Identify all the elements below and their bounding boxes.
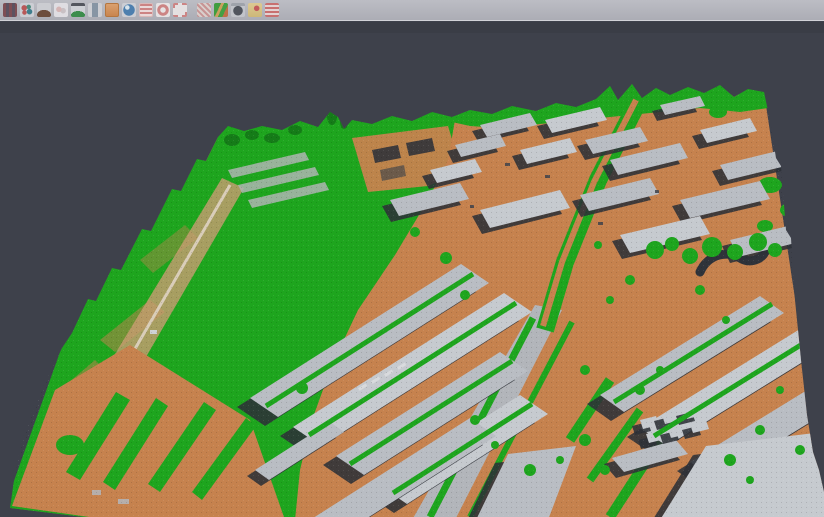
scatter-points-icon [20, 3, 34, 17]
toolbar-button-grid[interactable] [2, 2, 18, 18]
viewport-top-shading [0, 22, 824, 33]
yellow-box-icon [248, 3, 262, 17]
camera-icon [231, 3, 245, 17]
red-list-icon [139, 3, 153, 17]
toolbar-button-bounds[interactable] [172, 2, 188, 18]
viewport-3d[interactable] [0, 22, 824, 517]
terrain-vegetation-icon [71, 3, 85, 17]
toolbar-button-column[interactable] [87, 2, 103, 18]
toolbar-button-terrain[interactable] [70, 2, 86, 18]
toolbar-button-list[interactable] [138, 2, 154, 18]
toolbar-button-mountain[interactable] [36, 2, 52, 18]
globe-icon [122, 3, 136, 17]
mountain-icon [37, 3, 51, 17]
dark-grid-icon [3, 3, 17, 17]
toolbar-button-globe[interactable] [121, 2, 137, 18]
toolbar-button-profile[interactable] [264, 2, 280, 18]
toolbar-button-classification[interactable] [213, 2, 229, 18]
main-toolbar [0, 0, 824, 21]
toolbar-button-ortho[interactable] [104, 2, 120, 18]
selection-bounds-icon [173, 3, 187, 17]
toolbar-button-camera[interactable] [230, 2, 246, 18]
red-ring-icon [156, 3, 170, 17]
toolbar-separator [188, 2, 195, 18]
point-cloud-model [0, 22, 824, 517]
orange-tile-icon [105, 3, 119, 17]
red-mesh-icon [197, 3, 211, 17]
app-window: { "colors": { "viewport_background": "#3… [0, 0, 824, 517]
flat-surface-icon [54, 3, 68, 17]
toolbar-button-ring[interactable] [155, 2, 171, 18]
classification-map-icon [214, 3, 228, 17]
toolbar-button-elevation[interactable] [247, 2, 263, 18]
toolbar-button-points[interactable] [19, 2, 35, 18]
toolbar-button-mesh[interactable] [196, 2, 212, 18]
column-icon [88, 3, 102, 17]
toolbar-button-flat-surface[interactable] [53, 2, 69, 18]
red-stripes-icon [265, 3, 279, 17]
